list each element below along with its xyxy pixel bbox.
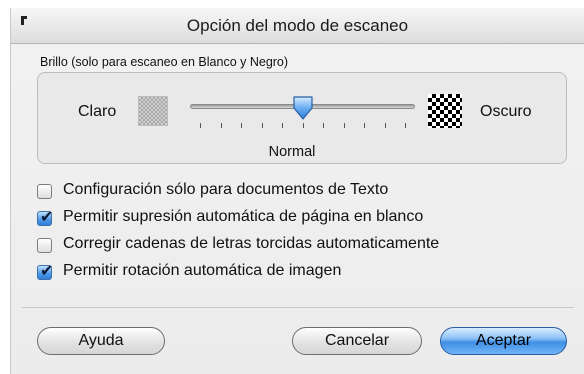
title-bar: Opción del modo de escaneo: [11, 8, 584, 44]
checkmark-icon: ✔: [40, 209, 54, 226]
slider-tick: [302, 123, 304, 128]
ok-button[interactable]: Aceptar: [440, 327, 567, 355]
slider-tick: [261, 123, 263, 128]
option-label[interactable]: Permitir supresión automática de página …: [63, 208, 423, 226]
light-label: Claro: [78, 103, 117, 120]
help-button[interactable]: Ayuda: [37, 327, 165, 355]
slider-ticks: [200, 123, 406, 129]
slider-tick: [241, 123, 242, 128]
slider-tick: [405, 123, 406, 128]
brightness-value-label: Normal: [268, 144, 316, 160]
slider-tick: [323, 123, 324, 128]
checkmark-icon: ✔: [40, 263, 54, 280]
dark-pattern-icon: [428, 94, 462, 128]
cancel-button[interactable]: Cancelar: [292, 327, 422, 355]
slider-thumb-icon: [292, 96, 313, 120]
slider-tick: [282, 123, 283, 128]
brightness-slider[interactable]: [190, 95, 415, 135]
slider-tick: [384, 123, 386, 128]
option-label[interactable]: Configuración sólo para documentos de Te…: [63, 181, 388, 199]
light-pattern-icon: [138, 96, 168, 126]
slider-tick: [343, 123, 345, 128]
checkbox[interactable]: [37, 184, 52, 199]
checkbox[interactable]: ✔: [37, 263, 53, 280]
dialog-title: Opción del modo de escaneo: [186, 16, 409, 35]
slider-thumb[interactable]: [292, 95, 314, 121]
dark-label: Oscuro: [480, 103, 532, 120]
slider-tick: [220, 123, 222, 128]
checkbox[interactable]: ✔: [37, 209, 53, 226]
slider-tick: [364, 123, 365, 128]
option-label[interactable]: Permitir rotación automática de imagen: [63, 262, 341, 280]
slider-tick: [200, 123, 201, 128]
brightness-group-label: Brillo (solo para escaneo en Blanco y Ne…: [40, 55, 289, 69]
checkbox[interactable]: [37, 238, 52, 253]
option-label[interactable]: Corregir cadenas de letras torcidas auto…: [63, 235, 439, 253]
divider: [22, 307, 574, 308]
